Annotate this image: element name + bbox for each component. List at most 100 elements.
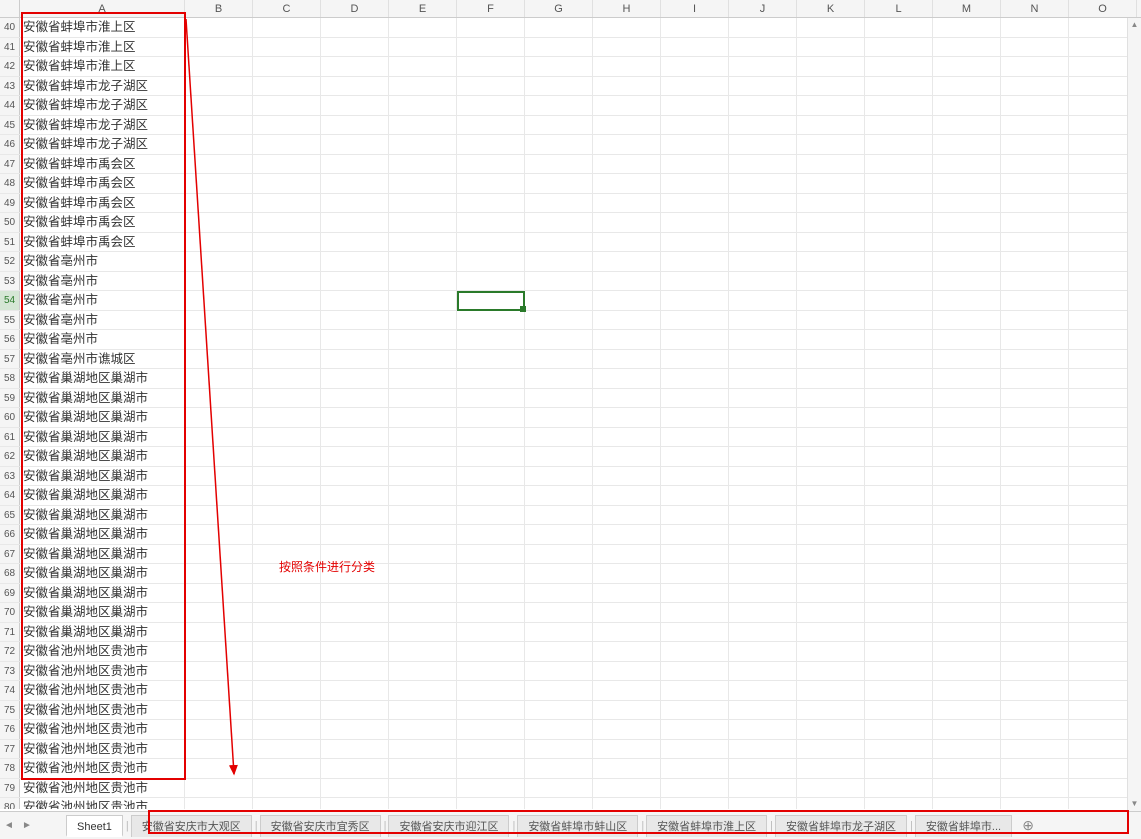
cell[interactable]	[593, 18, 661, 37]
cell[interactable]	[389, 96, 457, 115]
cell[interactable]	[661, 564, 729, 583]
column-header-M[interactable]: M	[933, 0, 1001, 17]
cell[interactable]	[321, 369, 389, 388]
cell[interactable]	[253, 779, 321, 798]
cell[interactable]	[1001, 369, 1069, 388]
cell[interactable]	[321, 759, 389, 778]
cell[interactable]	[1001, 213, 1069, 232]
cell[interactable]	[525, 18, 593, 37]
cell[interactable]	[457, 681, 525, 700]
cell[interactable]	[457, 350, 525, 369]
cell[interactable]	[729, 389, 797, 408]
cell[interactable]	[797, 506, 865, 525]
row-header[interactable]: 55	[0, 311, 20, 330]
vertical-scrollbar[interactable]: ▲ ▼	[1127, 18, 1141, 811]
column-header-K[interactable]: K	[797, 0, 865, 17]
cell[interactable]	[525, 291, 593, 310]
cell[interactable]	[525, 116, 593, 135]
cell[interactable]	[1001, 135, 1069, 154]
cell[interactable]	[185, 486, 253, 505]
cell[interactable]	[933, 291, 1001, 310]
column-header-B[interactable]: B	[185, 0, 253, 17]
cell[interactable]	[321, 681, 389, 700]
tab-nav-next-icon[interactable]: ►	[18, 815, 36, 837]
column-header-J[interactable]: J	[729, 0, 797, 17]
cell[interactable]	[185, 584, 253, 603]
cell[interactable]	[253, 38, 321, 57]
cell[interactable]	[525, 174, 593, 193]
cell[interactable]	[253, 681, 321, 700]
cell[interactable]	[865, 350, 933, 369]
cell[interactable]	[729, 77, 797, 96]
cell[interactable]	[797, 350, 865, 369]
cell[interactable]	[253, 330, 321, 349]
row-header[interactable]: 63	[0, 467, 20, 486]
cell[interactable]	[457, 467, 525, 486]
cell[interactable]	[525, 447, 593, 466]
cell[interactable]	[933, 486, 1001, 505]
cell[interactable]	[729, 447, 797, 466]
cell[interactable]	[865, 116, 933, 135]
cell[interactable]	[389, 603, 457, 622]
cell[interactable]	[661, 18, 729, 37]
cell[interactable]	[933, 623, 1001, 642]
row-header[interactable]: 41	[0, 38, 20, 57]
cell[interactable]	[797, 291, 865, 310]
cell[interactable]	[933, 798, 1001, 809]
cell[interactable]: 安徽省蚌埠市禹会区	[20, 194, 185, 213]
cell[interactable]	[185, 77, 253, 96]
cell[interactable]	[389, 740, 457, 759]
cell[interactable]	[321, 194, 389, 213]
cell[interactable]	[389, 311, 457, 330]
cell[interactable]	[1001, 564, 1069, 583]
cell[interactable]	[661, 408, 729, 427]
cell[interactable]	[661, 720, 729, 739]
cell[interactable]	[185, 369, 253, 388]
cell[interactable]	[253, 447, 321, 466]
cell[interactable]	[457, 779, 525, 798]
cell[interactable]	[321, 486, 389, 505]
cell[interactable]: 安徽省巢湖地区巢湖市	[20, 506, 185, 525]
cell[interactable]	[185, 233, 253, 252]
row-header[interactable]: 53	[0, 272, 20, 291]
cell[interactable]	[593, 135, 661, 154]
cell[interactable]	[185, 428, 253, 447]
cell[interactable]	[1001, 408, 1069, 427]
cell[interactable]	[321, 642, 389, 661]
cell[interactable]	[457, 174, 525, 193]
cell[interactable]	[1001, 96, 1069, 115]
cell[interactable]	[457, 96, 525, 115]
cell[interactable]	[253, 662, 321, 681]
cell[interactable]	[457, 740, 525, 759]
scroll-up-icon[interactable]: ▲	[1128, 18, 1141, 32]
cell[interactable]	[661, 584, 729, 603]
cell[interactable]	[1001, 57, 1069, 76]
cell[interactable]	[593, 545, 661, 564]
cell[interactable]	[865, 447, 933, 466]
cell[interactable]	[457, 135, 525, 154]
cell[interactable]	[865, 57, 933, 76]
cell[interactable]	[525, 779, 593, 798]
cell[interactable]	[797, 720, 865, 739]
cell[interactable]	[797, 545, 865, 564]
cell[interactable]	[933, 389, 1001, 408]
cell[interactable]	[321, 330, 389, 349]
row-header[interactable]: 78	[0, 759, 20, 778]
cell[interactable]	[1001, 350, 1069, 369]
cell[interactable]	[797, 701, 865, 720]
cell[interactable]	[525, 77, 593, 96]
cell[interactable]	[797, 389, 865, 408]
cell[interactable]	[389, 681, 457, 700]
cell[interactable]	[185, 291, 253, 310]
cell[interactable]	[253, 213, 321, 232]
row-header[interactable]: 57	[0, 350, 20, 369]
cell[interactable]	[457, 525, 525, 544]
cell[interactable]	[1001, 623, 1069, 642]
cell[interactable]	[253, 96, 321, 115]
column-header-F[interactable]: F	[457, 0, 525, 17]
cell[interactable]	[933, 525, 1001, 544]
cell[interactable]	[729, 428, 797, 447]
cell[interactable]	[865, 662, 933, 681]
cell[interactable]	[729, 642, 797, 661]
cell[interactable]	[185, 389, 253, 408]
